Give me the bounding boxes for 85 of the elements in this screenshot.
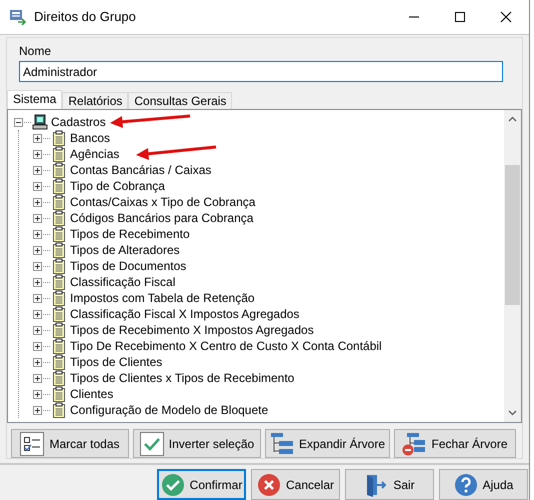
clipboard-icon	[51, 290, 67, 306]
expand-icon[interactable]	[33, 262, 42, 270]
checkmark-icon	[140, 432, 164, 456]
tree-item[interactable]: Tipo de Cobrança	[70, 177, 165, 195]
cancel-icon	[256, 472, 281, 496]
expand-icon[interactable]	[33, 294, 42, 302]
expand-icon[interactable]	[33, 182, 42, 190]
clipboard-icon	[51, 274, 67, 290]
tree-icon	[270, 432, 294, 456]
action-button[interactable]: Inverter seleção	[133, 429, 261, 458]
action-button[interactable]: Fechar Árvore	[394, 429, 516, 458]
expand-icon[interactable]	[33, 166, 42, 174]
help-icon	[454, 472, 478, 496]
tab[interactable]: Sistema	[7, 90, 62, 109]
tree-item[interactable]: Impostos com Tabela de Retenção	[70, 289, 255, 307]
clipboard-icon	[51, 258, 67, 274]
expand-icon[interactable]	[33, 406, 42, 414]
tree-item[interactable]: Classificação Fiscal	[70, 273, 176, 291]
clipboard-icon	[51, 178, 67, 194]
check-list-icon	[20, 432, 44, 456]
expand-icon[interactable]	[33, 278, 42, 286]
clipboard-icon	[51, 306, 67, 322]
clipboard-icon	[51, 226, 67, 242]
clipboard-icon	[51, 322, 67, 338]
expand-icon[interactable]	[33, 150, 42, 158]
app-icon	[8, 9, 26, 25]
clipboard-icon	[51, 402, 67, 418]
tree-item[interactable]: Tipos de Recebimento X Impostos Agregados	[70, 321, 314, 339]
expand-icon[interactable]	[33, 358, 42, 366]
computer-icon	[32, 114, 48, 130]
tree-item[interactable]: Contas Bancárias / Caixas	[70, 161, 212, 179]
collapse-icon[interactable]	[14, 118, 23, 126]
action-button[interactable]: Confirmar	[157, 469, 246, 500]
action-button[interactable]: Cancelar	[251, 469, 340, 500]
action-button[interactable]: Expandir Árvore	[265, 429, 390, 458]
clipboard-icon	[51, 242, 67, 258]
clipboard-icon	[51, 194, 67, 210]
scroll-up-icon	[508, 116, 517, 122]
tree-item[interactable]: Tipos de Recebimento	[70, 225, 190, 243]
clipboard-icon	[51, 130, 67, 146]
tree-item[interactable]: Tipos de Alteradores	[70, 241, 180, 259]
tab[interactable]: Relatórios	[62, 92, 128, 109]
clipboard-icon	[51, 338, 67, 354]
expand-icon[interactable]	[33, 198, 42, 206]
scroll-down-icon	[508, 410, 517, 416]
tree-item[interactable]: Classificação Fiscal X Impostos Agregados	[70, 305, 300, 323]
expand-icon[interactable]	[33, 214, 42, 222]
action-button[interactable]: Ajuda	[439, 469, 528, 500]
tree-item[interactable]: Bancos	[70, 129, 110, 147]
clipboard-icon	[51, 210, 67, 226]
tree-item[interactable]: Contas/Caixas x Tipo de Cobrança	[70, 193, 256, 211]
check-circle-icon	[160, 472, 185, 496]
clipboard-icon	[51, 370, 67, 386]
tree-item[interactable]: Tipo De Recebimento X Centro de Custo X Conta Contábil	[70, 337, 382, 355]
scrollbar-thumb[interactable]	[505, 165, 520, 305]
expand-icon[interactable]	[33, 134, 42, 142]
tree-item[interactable]: Agências	[70, 145, 120, 163]
clipboard-icon	[51, 162, 67, 178]
tab[interactable]: Consultas Gerais	[128, 92, 232, 109]
clipboard-icon	[51, 386, 67, 402]
tree-item[interactable]: Tipos de Clientes x Tipos de Recebimento	[70, 369, 294, 387]
name-field[interactable]: Administrador	[19, 61, 503, 82]
tree-remove-icon	[402, 432, 426, 456]
expand-icon[interactable]	[33, 326, 42, 334]
tree-item[interactable]: Clientes	[70, 385, 114, 403]
clipboard-icon	[51, 146, 67, 162]
expand-icon[interactable]	[33, 342, 42, 350]
tree-item[interactable]: Tipos de Documentos	[70, 257, 186, 275]
tree-item[interactable]: Tipos de Clientes	[70, 353, 162, 371]
maximize-icon	[454, 11, 466, 23]
tree-item[interactable]: Cadastros	[51, 113, 106, 131]
expand-icon[interactable]	[33, 246, 42, 254]
action-button[interactable]: Sair	[345, 469, 434, 500]
action-button[interactable]: Marcar todas	[11, 429, 129, 458]
expand-icon[interactable]	[33, 390, 42, 398]
expand-icon[interactable]	[33, 310, 42, 318]
expand-icon[interactable]	[33, 230, 42, 238]
exit-door-icon	[364, 472, 388, 496]
close-icon	[500, 11, 512, 23]
tree-item[interactable]: Códigos Bancários para Cobrança	[70, 209, 254, 227]
window-title: Direitos do Grupo	[34, 8, 137, 26]
field-label: Nome	[19, 44, 52, 58]
tree-item[interactable]: Configuração de Modelo de Bloquete	[70, 401, 268, 419]
expand-icon[interactable]	[33, 374, 42, 382]
clipboard-icon	[51, 354, 67, 370]
